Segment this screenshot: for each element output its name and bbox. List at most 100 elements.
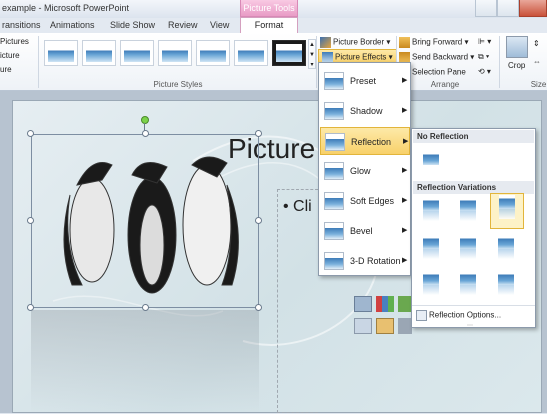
ribbon-item-ure[interactable]: ure (0, 65, 12, 74)
tab-animations[interactable]: Animations (50, 18, 95, 33)
separator (38, 36, 39, 88)
glow-icon (324, 162, 344, 180)
penguins-image (63, 156, 239, 294)
menu-label: Shadow (350, 106, 383, 116)
ribbon-item-picture[interactable]: icture (0, 51, 20, 60)
submenu-arrow-icon: ▶ (403, 138, 409, 145)
soft-edges-icon (324, 192, 344, 210)
resize-handle-n[interactable] (142, 130, 149, 137)
crop-icon (506, 36, 528, 58)
menu-label: Glow (350, 166, 371, 176)
menu-item-preset[interactable]: Preset ▶ (320, 67, 410, 95)
maximize-button[interactable] (497, 0, 519, 17)
close-button[interactable] (519, 0, 547, 17)
crop-button[interactable]: Crop (508, 61, 525, 70)
menu-label: Soft Edges (350, 196, 395, 206)
resize-grip-icon[interactable]: ⋯ (467, 322, 473, 329)
minimize-button[interactable] (475, 0, 497, 17)
menu-label: Preset (350, 76, 377, 86)
group-icon[interactable]: ⧉ ▾ (478, 52, 489, 62)
insert-picture-icon[interactable] (354, 318, 372, 334)
reflection-variation-8[interactable] (457, 269, 479, 299)
menu-label: 3-D Rotation (350, 256, 401, 266)
rotate-handle[interactable] (141, 116, 149, 124)
reflection-variation-4[interactable] (420, 233, 442, 263)
content-placeholder[interactable] (277, 189, 318, 413)
menu-item-reflection[interactable]: Reflection ▶ (320, 127, 410, 155)
menu-item-glow[interactable]: Glow ▶ (320, 157, 410, 185)
menu-item-3d-rotation[interactable]: 3-D Rotation ▶ (320, 247, 410, 275)
menu-divider (412, 305, 535, 306)
ribbon-item-pictures[interactable]: Pictures (0, 37, 29, 46)
reflection-variation-6[interactable] (495, 233, 517, 263)
tab-slide-show[interactable]: Slide Show (110, 18, 155, 33)
options-icon (416, 310, 427, 321)
picture-style-3[interactable] (120, 40, 154, 66)
resize-handle-se[interactable] (255, 304, 262, 311)
submenu-arrow-icon: ▶ (402, 197, 408, 204)
picture-style-7[interactable] (272, 40, 306, 66)
resize-handle-ne[interactable] (255, 130, 262, 137)
menu-label: Bevel (350, 226, 373, 236)
insert-chart-icon[interactable] (376, 296, 394, 312)
menu-label: Reflection (351, 137, 392, 147)
submenu-arrow-icon: ▶ (402, 257, 408, 264)
picture-style-4[interactable] (158, 40, 192, 66)
picture-style-2[interactable] (82, 40, 116, 66)
selected-picture[interactable] (31, 134, 259, 308)
resize-handle-sw[interactable] (27, 304, 34, 311)
width-icon[interactable]: ⇔ (533, 57, 541, 66)
reflection-variation-7[interactable] (420, 269, 442, 299)
insert-clipart-icon[interactable] (376, 318, 394, 334)
arrange-label: Arrange (430, 80, 460, 89)
slide-bullet[interactable]: • Cli (283, 198, 312, 216)
size-label: Size (530, 80, 547, 89)
picture-effects-label: Picture Effects (335, 52, 387, 62)
reflection-variation-9[interactable] (495, 269, 517, 299)
insert-smartart-icon[interactable] (398, 296, 412, 312)
tab-format[interactable]: Format (240, 17, 298, 34)
rotate-icon[interactable]: ⟲ ▾ (478, 67, 491, 76)
menu-item-shadow[interactable]: Shadow ▶ (320, 97, 410, 125)
bring-forward-icon (399, 37, 410, 48)
align-icon[interactable]: ⊫ ▾ (478, 37, 491, 46)
tab-view[interactable]: View (210, 18, 229, 33)
tab-review[interactable]: Review (168, 18, 198, 33)
insert-table-icon[interactable] (354, 296, 372, 312)
reflection-options-item[interactable]: Reflection Options... (416, 310, 501, 321)
gallery-scroll[interactable]: ▲ ▼ ▾ (308, 39, 316, 69)
reflection-variation-3[interactable] (490, 193, 524, 229)
resize-handle-w[interactable] (27, 217, 34, 224)
submenu-arrow-icon: ▶ (402, 107, 408, 114)
pencil-icon (320, 37, 331, 48)
insert-content-icons (354, 296, 414, 344)
reflection-none[interactable] (420, 149, 442, 179)
picture-style-5[interactable] (196, 40, 230, 66)
submenu-arrow-icon: ▶ (402, 167, 408, 174)
separator (316, 36, 317, 88)
selection-pane-label: Selection Pane (412, 67, 466, 77)
3d-rotation-icon (324, 252, 344, 270)
bevel-icon (324, 222, 344, 240)
reflection-variation-5[interactable] (457, 233, 479, 263)
tab-transitions[interactable]: ransitions (2, 18, 41, 33)
picture-style-6[interactable] (234, 40, 268, 66)
resize-handle-nw[interactable] (27, 130, 34, 137)
picture-border-button[interactable]: Picture Border ▾ (320, 37, 390, 48)
resize-handle-s[interactable] (142, 304, 149, 311)
resize-handle-e[interactable] (255, 217, 262, 224)
ribbon: Pictures icture ure ▲ ▼ ▾ Picture Styles P… (0, 33, 547, 91)
menu-item-bevel[interactable]: Bevel ▶ (320, 217, 410, 245)
reflection-submenu: No Reflection Reflection Variations Refl… (411, 128, 536, 329)
reflection-variation-2[interactable] (457, 195, 479, 225)
separator (499, 36, 500, 88)
menu-item-soft-edges[interactable]: Soft Edges ▶ (320, 187, 410, 215)
insert-media-icon[interactable] (398, 318, 412, 334)
height-icon[interactable]: ⇕ (533, 39, 540, 48)
picture-style-1[interactable] (44, 40, 78, 66)
reflection-variation-1[interactable] (420, 195, 442, 225)
bring-forward-label: Bring Forward (412, 37, 463, 47)
bring-forward-button[interactable]: Bring Forward ▾ (399, 37, 469, 48)
penguins-reflection (31, 310, 259, 413)
bullet-text: Cli (293, 198, 312, 215)
